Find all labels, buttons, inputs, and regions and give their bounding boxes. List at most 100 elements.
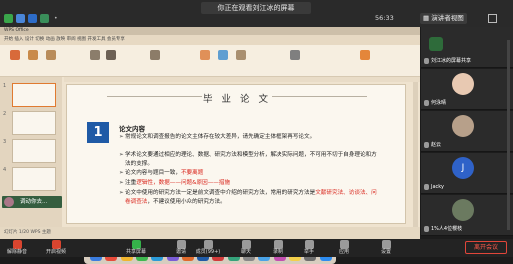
bullet-item: ➢ 论文中使用的研究方法一定是前文调查中介绍的研究方法，常用的研究方法是文献研究法… <box>119 190 377 205</box>
ribbon-tabs[interactable]: 开始 插入 设计 切换 动画 放映 审阅 视图 开发工具 会员专享 <box>0 35 420 45</box>
mac-menu-bar: WPS Office <box>0 27 420 35</box>
recording-dot: • <box>54 15 58 22</box>
mic-icon <box>424 142 429 148</box>
mic-icon <box>424 226 429 232</box>
raise-hand-button[interactable]: 举手 <box>295 239 323 257</box>
participant-name: 何泳晴 <box>431 100 447 106</box>
avatar <box>452 115 474 137</box>
participant-tile[interactable]: 赵云 <box>421 111 513 152</box>
bullet-icon: ➢ <box>119 134 124 140</box>
shield-icon[interactable] <box>28 14 37 23</box>
thumbnail-number: 4 <box>3 167 7 173</box>
chat-icon <box>241 240 251 249</box>
top-bar: 你正在观看刘江冰的屏幕 • 56:33 ▦ 演讲者视图 <box>0 0 513 27</box>
chat-button[interactable]: 聊天 <box>232 239 260 257</box>
mic-icon <box>424 184 429 190</box>
bold-icon[interactable] <box>106 50 116 60</box>
participant-tile[interactable]: 1%人4位樱枝 <box>421 195 513 236</box>
participant-tile[interactable]: 刘江冰的屏幕共享 <box>421 27 513 68</box>
play-icon[interactable] <box>360 50 370 60</box>
speaker-view-button[interactable]: ▦ 演讲者视图 <box>420 13 467 24</box>
bullet-icon: ➢ <box>119 190 124 196</box>
picture-icon[interactable] <box>218 50 228 60</box>
grid-icon: ▦ <box>423 14 432 22</box>
toolbar-label: 解除静音 <box>6 249 27 255</box>
invite-icon <box>176 240 186 249</box>
fullscreen-icon[interactable] <box>488 14 497 23</box>
avatar <box>429 37 443 51</box>
members-icon <box>203 240 213 249</box>
participant-name: 赵云 <box>431 142 442 148</box>
mail-icon[interactable] <box>16 14 25 23</box>
avatar <box>452 199 474 221</box>
apps-icon <box>339 240 349 249</box>
new-slide-icon[interactable] <box>28 50 38 60</box>
start-video-button[interactable]: 开启视频 <box>42 239 70 257</box>
ruler <box>64 77 420 82</box>
participant-scrollbar[interactable] <box>507 40 510 230</box>
status-bar: 幻灯片 1/20 WPS 主题 <box>0 227 420 239</box>
bullet-item: ➢ 论文内容与题目一致，不要离题 <box>119 170 204 176</box>
avatar <box>452 73 474 95</box>
toolbar-label: 开启视频 <box>45 249 66 255</box>
mic-icon <box>424 58 429 64</box>
toolbar-label: 录制 <box>272 249 283 255</box>
settings-icon <box>381 240 391 249</box>
participant-name: 刘江冰的屏幕共享 <box>431 58 472 64</box>
thumbnail[interactable] <box>12 83 56 107</box>
participant-name: Jacky <box>431 184 444 190</box>
toolbar-label: 应用 <box>338 249 349 255</box>
ribbon-toolbar <box>0 45 420 77</box>
thumbnail-number: 3 <box>3 139 7 145</box>
shape-icon[interactable] <box>200 50 210 60</box>
slide-title: 毕 业 论 文 <box>202 94 272 105</box>
record-icon <box>273 240 283 249</box>
section-number: 1 <box>87 122 109 143</box>
start-video-icon <box>51 240 61 249</box>
toolbar-label: 聊天 <box>240 249 251 255</box>
bullet-icon: ➢ <box>119 180 124 186</box>
meeting-toolbar: 解除静音 开启视频 共享屏幕 邀请 成员(99+) 聊天 录制 举手 应用 设置 <box>0 239 513 257</box>
sticky-note[interactable]: 调动你去... <box>2 196 62 208</box>
participant-tile[interactable]: 何泳晴 <box>421 69 513 110</box>
participant-panel: 刘江冰的屏幕共享 何泳晴 赵云 J Jacky 1%人4位樱枝 <box>421 27 513 239</box>
bullet-icon: ➢ <box>119 170 124 176</box>
avatar: J <box>452 157 474 179</box>
bullet-item: ➢ 常规论文和调查报告的论文主体存在较大差异，请先确定主体框架再写论文。 <box>119 134 316 140</box>
leave-meeting-button[interactable]: 离开会议 <box>465 241 507 254</box>
arrange-icon[interactable] <box>236 50 246 60</box>
participant-tile[interactable]: J Jacky <box>421 153 513 194</box>
current-slide: 毕 业 论 文 1 论文内容 ➢ 常规论文和调查报告的论文主体存在较大差异，请先确… <box>66 84 406 224</box>
align-icon[interactable] <box>150 50 160 60</box>
paste-icon[interactable] <box>10 50 20 60</box>
bullet-item: ➢ 注重逻辑性，数据——问题&原因——措施 <box>119 180 231 186</box>
unmute-button[interactable]: 解除静音 <box>3 239 31 257</box>
section-heading: 论文内容 <box>119 125 145 133</box>
thumbnail-number: 1 <box>3 83 7 89</box>
toolbar-label: 举手 <box>303 249 314 255</box>
font-icon[interactable] <box>90 50 100 60</box>
members-button[interactable]: 成员(99+) <box>191 239 225 257</box>
toolbar-label: 设置 <box>380 249 391 255</box>
apps-button[interactable]: 应用 <box>330 239 358 257</box>
thumbnail[interactable] <box>12 167 56 191</box>
shield-icon[interactable] <box>40 14 49 23</box>
thumbnail[interactable] <box>12 111 56 135</box>
share-screen-icon <box>131 240 141 249</box>
record-button[interactable]: 录制 <box>264 239 292 257</box>
unmute-icon <box>12 240 22 249</box>
layout-icon[interactable] <box>46 50 56 60</box>
vertical-scrollbar[interactable] <box>413 82 418 227</box>
settings-button[interactable]: 设置 <box>372 239 400 257</box>
screen-share-notice: 你正在观看刘江冰的屏幕 <box>201 2 311 14</box>
participant-name: 1%人4位樱枝 <box>431 226 463 232</box>
find-icon[interactable] <box>290 50 300 60</box>
title-divider <box>272 96 367 97</box>
chat-icon[interactable] <box>4 14 13 23</box>
bullet-icon: ➢ <box>119 152 124 158</box>
share-screen-button[interactable]: 共享屏幕 <box>122 239 150 257</box>
bullet-item: ➢ 学术论文要通过相应的理论、数据、研究方法和模型分析，解决实际问题，不可用不切于… <box>119 152 377 167</box>
thumbnail[interactable] <box>12 139 56 163</box>
shared-screen: WPS Office 开始 插入 设计 切换 动画 放映 审阅 视图 开发工具 … <box>0 27 420 264</box>
avatar <box>4 197 14 207</box>
